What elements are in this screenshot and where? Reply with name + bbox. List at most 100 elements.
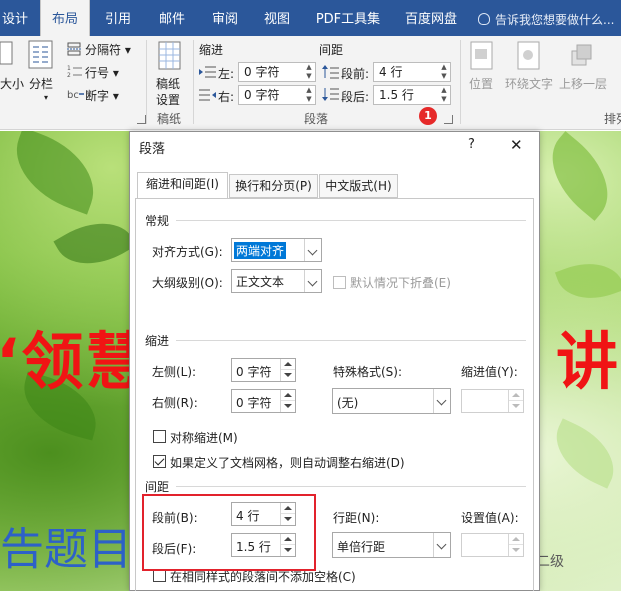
left-indent-value: 0 字符 xyxy=(236,365,272,379)
spinner-arrows-icon[interactable]: ▲ ▼ xyxy=(438,86,450,104)
line-spacing-select[interactable]: 单倍行距 xyxy=(332,532,451,558)
ribbon-space-after-value: 1.5 行 xyxy=(379,88,414,102)
spin-up-icon[interactable] xyxy=(509,390,523,401)
ribbon-space-after-input[interactable]: 1.5 行 ▲ ▼ xyxy=(373,85,451,105)
ribbon-indent-right-value: 0 字符 xyxy=(244,88,280,102)
spinner-buttons xyxy=(280,390,295,412)
columns-dropdown-icon: ▾ xyxy=(44,93,49,102)
tab-design[interactable]: 设计 xyxy=(0,0,30,36)
ribbon-space-before-value: 4 行 xyxy=(379,65,403,79)
outline-level-value: 正文文本 xyxy=(236,275,285,289)
auto-adjust-right-indent-checkbox[interactable] xyxy=(153,455,166,468)
line-spacing-label: 行距(N): xyxy=(333,511,380,525)
paragraph-launcher-icon[interactable] xyxy=(444,115,453,124)
left-indent-spinner[interactable]: 0 字符 xyxy=(231,358,296,382)
tab-asian-typography[interactable]: 中文版式(H) xyxy=(319,174,398,198)
tell-me-text: 告诉我您想要做什么... xyxy=(495,13,615,27)
chevron-down-icon xyxy=(433,389,450,413)
right-indent-value: 0 字符 xyxy=(236,396,272,410)
document-title-red-right: 讲 xyxy=(556,325,621,398)
alignment-select[interactable]: 两端对齐 xyxy=(231,238,322,262)
paragraph-dialog: 段落 ? ✕ 缩进和间距(I) 换行和分页(P) 中文版式(H) 常规 对齐方式… xyxy=(129,131,540,591)
line-numbers-button[interactable]: 行号 ▾ xyxy=(85,64,119,81)
help-button[interactable]: ? xyxy=(468,137,475,152)
close-icon[interactable]: ✕ xyxy=(510,136,523,154)
spinner-buttons xyxy=(280,359,295,381)
space-after-icon xyxy=(322,88,339,101)
tab-layout[interactable]: 布局 xyxy=(40,0,90,36)
tab-mailings[interactable]: 邮件 xyxy=(150,0,194,36)
draft-paper-button-line2[interactable]: 设置 xyxy=(156,91,180,108)
draft-paper-group-label: 稿纸 xyxy=(157,112,182,126)
section-divider xyxy=(176,340,526,341)
hyphenation-label: 断字 xyxy=(85,89,110,103)
collapsed-by-default-checkbox[interactable] xyxy=(333,276,346,289)
paragraph-group-label: 段落 xyxy=(304,112,329,126)
special-indent-select[interactable]: (无) xyxy=(332,388,451,414)
right-indent-spinner[interactable]: 0 字符 xyxy=(231,389,296,413)
hyphenation-icon: bc xyxy=(67,90,84,101)
alignment-label: 对齐方式(G): xyxy=(152,245,223,259)
left-indent-label: 左侧(L): xyxy=(152,365,197,379)
section-divider xyxy=(176,220,526,221)
indent-group-title: 缩进 xyxy=(199,43,224,57)
svg-text:2: 2 xyxy=(67,72,71,78)
ribbon-indent-left-label: 左: xyxy=(218,67,235,81)
ribbon-space-before-label: 段前: xyxy=(341,67,370,81)
at-spinner[interactable] xyxy=(461,533,524,557)
mirror-indents-checkbox[interactable] xyxy=(153,430,166,443)
page-setup-launcher-icon[interactable] xyxy=(137,115,146,124)
spin-down-icon[interactable] xyxy=(509,545,523,556)
spin-down-icon[interactable] xyxy=(281,401,295,412)
tab-baidu-netdisk[interactable]: 百度网盘 xyxy=(396,0,466,36)
spinner-arrows-icon[interactable]: ▲ ▼ xyxy=(303,63,315,81)
chevron-down-icon xyxy=(433,533,450,557)
columns-button[interactable]: 分栏 xyxy=(29,75,53,92)
draft-paper-button-line1[interactable]: 稿纸 xyxy=(156,75,180,92)
leaf-decoration xyxy=(533,131,621,221)
tab-view[interactable]: 视图 xyxy=(255,0,299,36)
group-separator xyxy=(146,40,147,124)
wrap-text-button[interactable]: 环绕文字 xyxy=(505,75,553,92)
columns-icon xyxy=(28,40,53,69)
ribbon-indent-left-value: 0 字符 xyxy=(244,65,280,79)
spinner-arrows-icon[interactable]: ▲ ▼ xyxy=(303,86,315,104)
lightbulb-icon xyxy=(478,13,490,25)
ribbon-indent-left-input[interactable]: 0 字符 ▲ ▼ xyxy=(238,62,316,82)
chevron-down-icon xyxy=(304,270,321,292)
position-button[interactable]: 位置 xyxy=(469,75,493,92)
hyphenation-button[interactable]: 断字 ▾ xyxy=(85,87,119,104)
special-indent-value: (无) xyxy=(337,396,359,410)
tab-references[interactable]: 引用 xyxy=(96,0,140,36)
tab-line-and-page-breaks[interactable]: 换行和分页(P) xyxy=(229,174,318,198)
spinner-buttons xyxy=(508,390,523,412)
spin-down-icon[interactable] xyxy=(509,401,523,412)
outline-level-select[interactable]: 正文文本 xyxy=(231,269,322,293)
chevron-down-icon xyxy=(304,239,321,261)
dialog-title: 段落 xyxy=(139,142,166,157)
group-separator xyxy=(193,40,194,124)
bring-forward-button[interactable]: 上移一层 xyxy=(559,75,607,92)
indent-by-spinner[interactable] xyxy=(461,389,524,413)
leaf-decoration xyxy=(543,418,621,489)
ribbon-indent-right-input[interactable]: 0 字符 ▲ ▼ xyxy=(238,85,316,105)
leaf-decoration xyxy=(53,206,137,281)
spinner-arrows-icon[interactable]: ▲ ▼ xyxy=(438,63,450,81)
highlight-box xyxy=(142,494,316,571)
tab-review[interactable]: 审阅 xyxy=(203,0,247,36)
breaks-button[interactable]: 分隔符 ▾ xyxy=(85,41,131,58)
ribbon-indent-right-label: 右: xyxy=(218,90,235,104)
outline-level-label: 大纲级别(O): xyxy=(152,276,223,290)
tell-me-search[interactable]: 告诉我您想要做什么... xyxy=(478,0,614,36)
ribbon-space-before-input[interactable]: 4 行 ▲ ▼ xyxy=(373,62,451,82)
tab-indents-and-spacing[interactable]: 缩进和间距(I) xyxy=(137,172,228,199)
spin-up-icon[interactable] xyxy=(281,359,295,370)
ribbon-tab-bar: 设计 布局 引用 邮件 审阅 视图 PDF工具集 百度网盘 告诉我您想要做什么.… xyxy=(0,0,621,36)
size-button[interactable]: 大小 xyxy=(0,75,24,92)
spin-down-icon[interactable] xyxy=(281,370,295,381)
spin-up-icon[interactable] xyxy=(281,390,295,401)
spin-up-icon[interactable] xyxy=(509,534,523,545)
tab-pdf-tools[interactable]: PDF工具集 xyxy=(309,0,387,36)
alignment-value: 两端对齐 xyxy=(234,242,287,259)
line-numbers-icon: 12 xyxy=(67,65,82,78)
